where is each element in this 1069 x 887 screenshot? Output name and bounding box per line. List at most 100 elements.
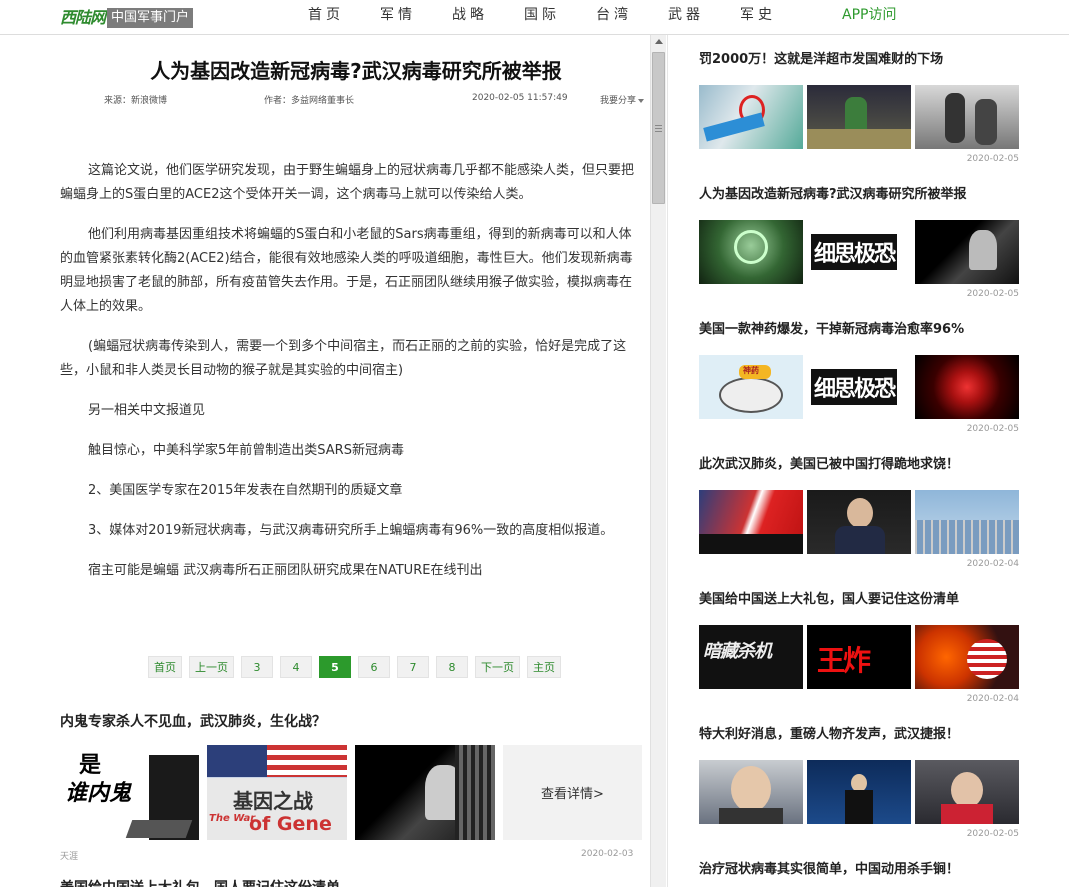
sidebar-item-title[interactable]: 人为基因改造新冠病毒?武汉病毒研究所被举报: [699, 185, 1059, 205]
article-paragraph: 2、美国医学专家在2015年发表在自然期刊的质疑文章: [88, 483, 403, 498]
view-details-button[interactable]: 查看详情>: [503, 745, 642, 840]
sidebar-item-title[interactable]: 美国给中国送上大礼包，国人要记住这份清单: [699, 590, 1059, 610]
sidebar-image[interactable]: [915, 355, 1019, 419]
sidebar-image[interactable]: [807, 760, 911, 824]
nav-item-military-news[interactable]: 军情: [362, 0, 434, 30]
article-paragraph: (蝙蝠冠状病毒传染到人，需要一个到多个中间宿主，而石正丽的之前的实验，恰好是完成…: [60, 339, 627, 378]
related-image-1-text-b: 谁内鬼: [65, 781, 132, 806]
article-paragraph: 这篇论文说，他们医学研究发现，由于野生蝙蝠身上的冠状病毒几乎都不能感染人类，但只…: [60, 163, 635, 202]
article-panel: 人为基因改造新冠病毒?武汉病毒研究所被举报 来源：新浪微博 作者：多益网络董事长…: [0, 35, 650, 887]
nav-item-home[interactable]: 首页: [290, 0, 362, 30]
related-images: 是 谁内鬼 基因之战 The War of Gene 查看详情>: [59, 745, 642, 840]
related-image-2[interactable]: 基因之战 The War of Gene: [207, 745, 347, 840]
sidebar-image[interactable]: [915, 760, 1019, 824]
sidebar-item[interactable]: 美国给中国送上大礼包，国人要记住这份清单 暗藏杀机 王炸 2020-02-04: [699, 590, 1059, 704]
nav-item-strategy[interactable]: 战略: [434, 0, 506, 30]
sidebar-image[interactable]: 王炸: [807, 625, 911, 689]
site-logo[interactable]: 西陆网 中国军事门户: [60, 8, 194, 28]
related-image-1[interactable]: 是 谁内鬼: [59, 745, 199, 840]
sidebar-image-text: 暗藏杀机: [703, 641, 772, 662]
sidebar-item-date: 2020-02-05: [966, 424, 1019, 434]
nav-item-international[interactable]: 国际: [506, 0, 578, 30]
scroll-up-arrow-icon[interactable]: [655, 39, 663, 44]
sidebar-image[interactable]: [699, 85, 803, 149]
sidebar-image[interactable]: 神药: [699, 355, 803, 419]
sidebar-image[interactable]: [915, 625, 1019, 689]
sidebar-item-title[interactable]: 美国一款神药爆发，干掉新冠病毒治愈率96%: [699, 320, 1059, 340]
share-label: 我要分享: [600, 96, 637, 106]
sidebar-item-images: [699, 490, 1059, 554]
scrollbar-thumb[interactable]: [652, 52, 665, 204]
chevron-down-icon: [638, 98, 645, 103]
sidebar-item-date: 2020-02-05: [966, 829, 1019, 839]
sidebar-image-text: 王炸: [817, 644, 871, 677]
related-source: 天涯: [60, 852, 79, 862]
sidebar-image[interactable]: [915, 220, 1019, 284]
sidebar-image[interactable]: 细思极恐: [807, 355, 911, 419]
article-body: 这篇论文说，他们医学研究发现，由于野生蝙蝠身上的冠状病毒几乎都不能感染人类，但只…: [60, 159, 642, 599]
page-7[interactable]: 7: [397, 656, 429, 678]
page-next[interactable]: 下一页: [475, 656, 520, 678]
sidebar-item-images: [699, 85, 1059, 149]
sidebar-item-images: 神药 细思极恐: [699, 355, 1059, 419]
sidebar-image[interactable]: [699, 760, 803, 824]
sidebar-item-title[interactable]: 特大利好消息，重磅人物齐发声，武汉捷报！: [699, 725, 1059, 745]
sidebar-item[interactable]: 特大利好消息，重磅人物齐发声，武汉捷报！ 2020-02-05: [699, 725, 1059, 839]
sidebar-item-images: [699, 760, 1059, 824]
sidebar-item[interactable]: 人为基因改造新冠病毒?武汉病毒研究所被举报 细思极恐 2020-02-05: [699, 185, 1059, 299]
sidebar-item-title[interactable]: 治疗冠状病毒其实很简单，中国动用杀手锏！: [699, 860, 1059, 880]
share-button[interactable]: 我要分享: [600, 93, 645, 106]
nav-item-weapons[interactable]: 武器: [650, 0, 722, 30]
sidebar-image[interactable]: 暗藏杀机: [699, 625, 803, 689]
sidebar-item-images: 细思极恐: [699, 220, 1059, 284]
related-article-title-2[interactable]: 美国给中国送上大礼包，国人要记住这份清单: [60, 877, 340, 887]
nav-item-taiwan[interactable]: 台湾: [578, 0, 650, 30]
related-image-2-text-a: 基因之战: [233, 789, 313, 813]
sidebar-image-text: 神药: [743, 366, 759, 375]
nav-menu: 首页 军情 战略 国际 台湾 武器 军史: [290, 0, 794, 30]
article-time: 2020-02-05 11:57:49: [472, 93, 568, 103]
page-4[interactable]: 4: [280, 656, 312, 678]
sidebar-image[interactable]: [807, 85, 911, 149]
nav-app-link[interactable]: APP访问: [842, 0, 896, 30]
article-paragraph: 宿主可能是蝙蝠 武汉病毒所石正丽团队研究成果在NATURE在线刊出: [88, 563, 483, 578]
sidebar-item-date: 2020-02-05: [966, 154, 1019, 164]
page-8[interactable]: 8: [436, 656, 468, 678]
sidebar-image[interactable]: [915, 490, 1019, 554]
article-paragraph: 他们利用病毒基因重组技术将蝙蝠的S蛋白和小老鼠的Sars病毒重组，得到的新病毒可…: [60, 227, 633, 314]
related-article-title[interactable]: 内鬼专家杀人不见血，武汉肺炎，生化战？: [60, 711, 326, 731]
page-main[interactable]: 主页: [527, 656, 561, 678]
sidebar-item[interactable]: 治疗冠状病毒其实很简单，中国动用杀手锏！: [699, 860, 1059, 880]
sidebar-item-title[interactable]: 罚2000万！这就是洋超市发国难财的下场: [699, 50, 1059, 70]
related-image-2-text-c: of Gene: [249, 813, 332, 835]
sidebar-image-text: 细思极恐: [811, 234, 898, 270]
page-6[interactable]: 6: [358, 656, 390, 678]
nav-item-military-history[interactable]: 军史: [722, 0, 794, 30]
article-title: 人为基因改造新冠病毒?武汉病毒研究所被举报: [150, 59, 562, 83]
sidebar-item-date: 2020-02-05: [966, 289, 1019, 299]
sidebar-image[interactable]: [699, 490, 803, 554]
sidebar: 罚2000万！这就是洋超市发国难财的下场 2020-02-05 人为基因改造新冠…: [668, 35, 1069, 887]
logo-main-text: 西陆网: [60, 8, 108, 28]
sidebar-item-date: 2020-02-04: [966, 559, 1019, 569]
page-3[interactable]: 3: [241, 656, 273, 678]
sidebar-item-title[interactable]: 此次武汉肺炎，美国已被中国打得跪地求饶！: [699, 455, 1059, 475]
sidebar-item[interactable]: 此次武汉肺炎，美国已被中国打得跪地求饶！ 2020-02-04: [699, 455, 1059, 569]
page-5-current[interactable]: 5: [319, 656, 351, 678]
article-paragraph: 另一相关中文报道见: [88, 403, 206, 418]
sidebar-image[interactable]: [699, 220, 803, 284]
sidebar-image[interactable]: 细思极恐: [807, 220, 911, 284]
page-prev[interactable]: 上一页: [189, 656, 234, 678]
article-author: 作者：多益网络董事长: [264, 96, 355, 106]
sidebar-item-date: 2020-02-04: [966, 694, 1019, 704]
page-first[interactable]: 首页: [148, 656, 182, 678]
logo-sub-text: 中国军事门户: [107, 8, 194, 28]
article-paragraph: 3、媒体对2019新冠状病毒，与武汉病毒研究所手上蝙蝠病毒有96%一致的高度相似…: [88, 523, 614, 538]
related-image-3[interactable]: [355, 745, 495, 840]
related-date: 2020-02-03: [581, 849, 634, 859]
scrollbar[interactable]: [650, 35, 666, 887]
sidebar-image[interactable]: [807, 490, 911, 554]
sidebar-item[interactable]: 罚2000万！这就是洋超市发国难财的下场 2020-02-05: [699, 50, 1059, 164]
sidebar-item[interactable]: 美国一款神药爆发，干掉新冠病毒治愈率96% 神药 细思极恐 2020-02-05: [699, 320, 1059, 434]
sidebar-image[interactable]: [915, 85, 1019, 149]
